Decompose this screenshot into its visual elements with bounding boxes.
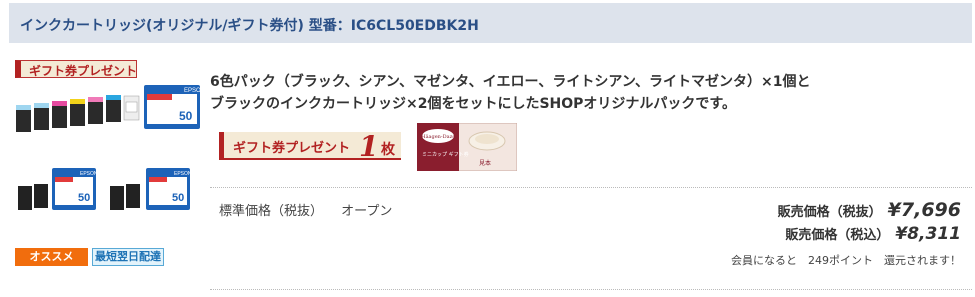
svg-text:EPSON: EPSON xyxy=(174,171,192,177)
standard-price: 標準価格（税抜） オープン xyxy=(219,200,392,219)
description-line-1: 6色パック（ブラック、シアン、マゼンタ、イエロー、ライトシアン、ライトマゼンタ）… xyxy=(210,74,811,90)
svg-text:EPSON: EPSON xyxy=(184,88,204,94)
svg-text:枚: 枚 xyxy=(381,141,396,158)
svg-text:EPSON: EPSON xyxy=(80,171,98,177)
sale-price-in-tax: 販売価格（税込） ¥8,311 xyxy=(785,224,961,244)
cartridge-group-color xyxy=(16,95,140,132)
cartridge-group-black-2: EPSON 50 xyxy=(110,168,192,210)
haagen-dazs-gift-card: Häagen-Dazs ミニカップ ギフト券 見本 xyxy=(417,123,517,171)
standard-price-label: 標準価格（税抜） xyxy=(219,204,324,219)
svg-text:50: 50 xyxy=(78,192,90,204)
product-title: インクカートリッジ(オリジナル/ギフト券付) 型番：IC6CL50EDBK2H xyxy=(20,15,479,35)
product-title-link[interactable]: インクカートリッジ(オリジナル/ギフト券付) 型番：IC6CL50EDBK2H xyxy=(20,18,479,34)
svg-text:50: 50 xyxy=(179,109,193,123)
product-description: 6色パック（ブラック、シアン、マゼンタ、イエロー、ライトシアン、ライトマゼンタ）… xyxy=(210,71,970,115)
product-header: インクカートリッジ(オリジナル/ギフト券付) 型番：IC6CL50EDBK2H xyxy=(9,3,972,43)
gift-present-banner: ギフト券プレゼント 1 枚 xyxy=(219,130,401,162)
product-image[interactable]: EPSON 50 EPSON 50 EPSON 50 xyxy=(14,80,204,228)
svg-text:50: 50 xyxy=(172,192,184,204)
recommend-badge: オススメ xyxy=(15,248,88,266)
epson-box-6color: EPSON 50 xyxy=(144,85,204,129)
svg-text:ギフト券プレゼント: ギフト券プレゼント xyxy=(233,140,350,156)
gift-present-tag-label: ギフト券プレゼント xyxy=(29,64,138,78)
member-points-note: 会員になると 249ポイント 還元されます！ xyxy=(731,254,961,267)
sale-price-ex-tax-label: 販売価格（税抜） xyxy=(777,205,882,220)
svg-text:ミニカップ ギフト券: ミニカップ ギフト券 xyxy=(422,151,469,158)
section-divider xyxy=(210,187,972,188)
standard-price-value: オープン xyxy=(341,204,393,219)
svg-text:見本: 見本 xyxy=(479,159,491,167)
svg-text:Häagen-Dazs: Häagen-Dazs xyxy=(421,134,455,140)
sale-price-ex-tax-value: ¥7,696 xyxy=(887,199,961,221)
cartridge-group-black-1: EPSON 50 xyxy=(18,168,98,210)
section-divider-bottom xyxy=(210,289,972,290)
description-line-2: ブラックのインクカートリッジ×2個をセットにしたSHOPオリジナルパックです。 xyxy=(210,96,737,112)
gift-present-tag: ギフト券プレゼント xyxy=(15,60,137,78)
sale-price-in-tax-value: ¥8,311 xyxy=(895,224,961,244)
sale-price-in-tax-label: 販売価格（税込） xyxy=(785,228,890,243)
sale-price-ex-tax: 販売価格（税抜） ¥7,696 xyxy=(778,199,961,221)
svg-text:1: 1 xyxy=(359,130,378,162)
next-day-delivery-badge: 最短翌日配達 xyxy=(92,248,164,266)
